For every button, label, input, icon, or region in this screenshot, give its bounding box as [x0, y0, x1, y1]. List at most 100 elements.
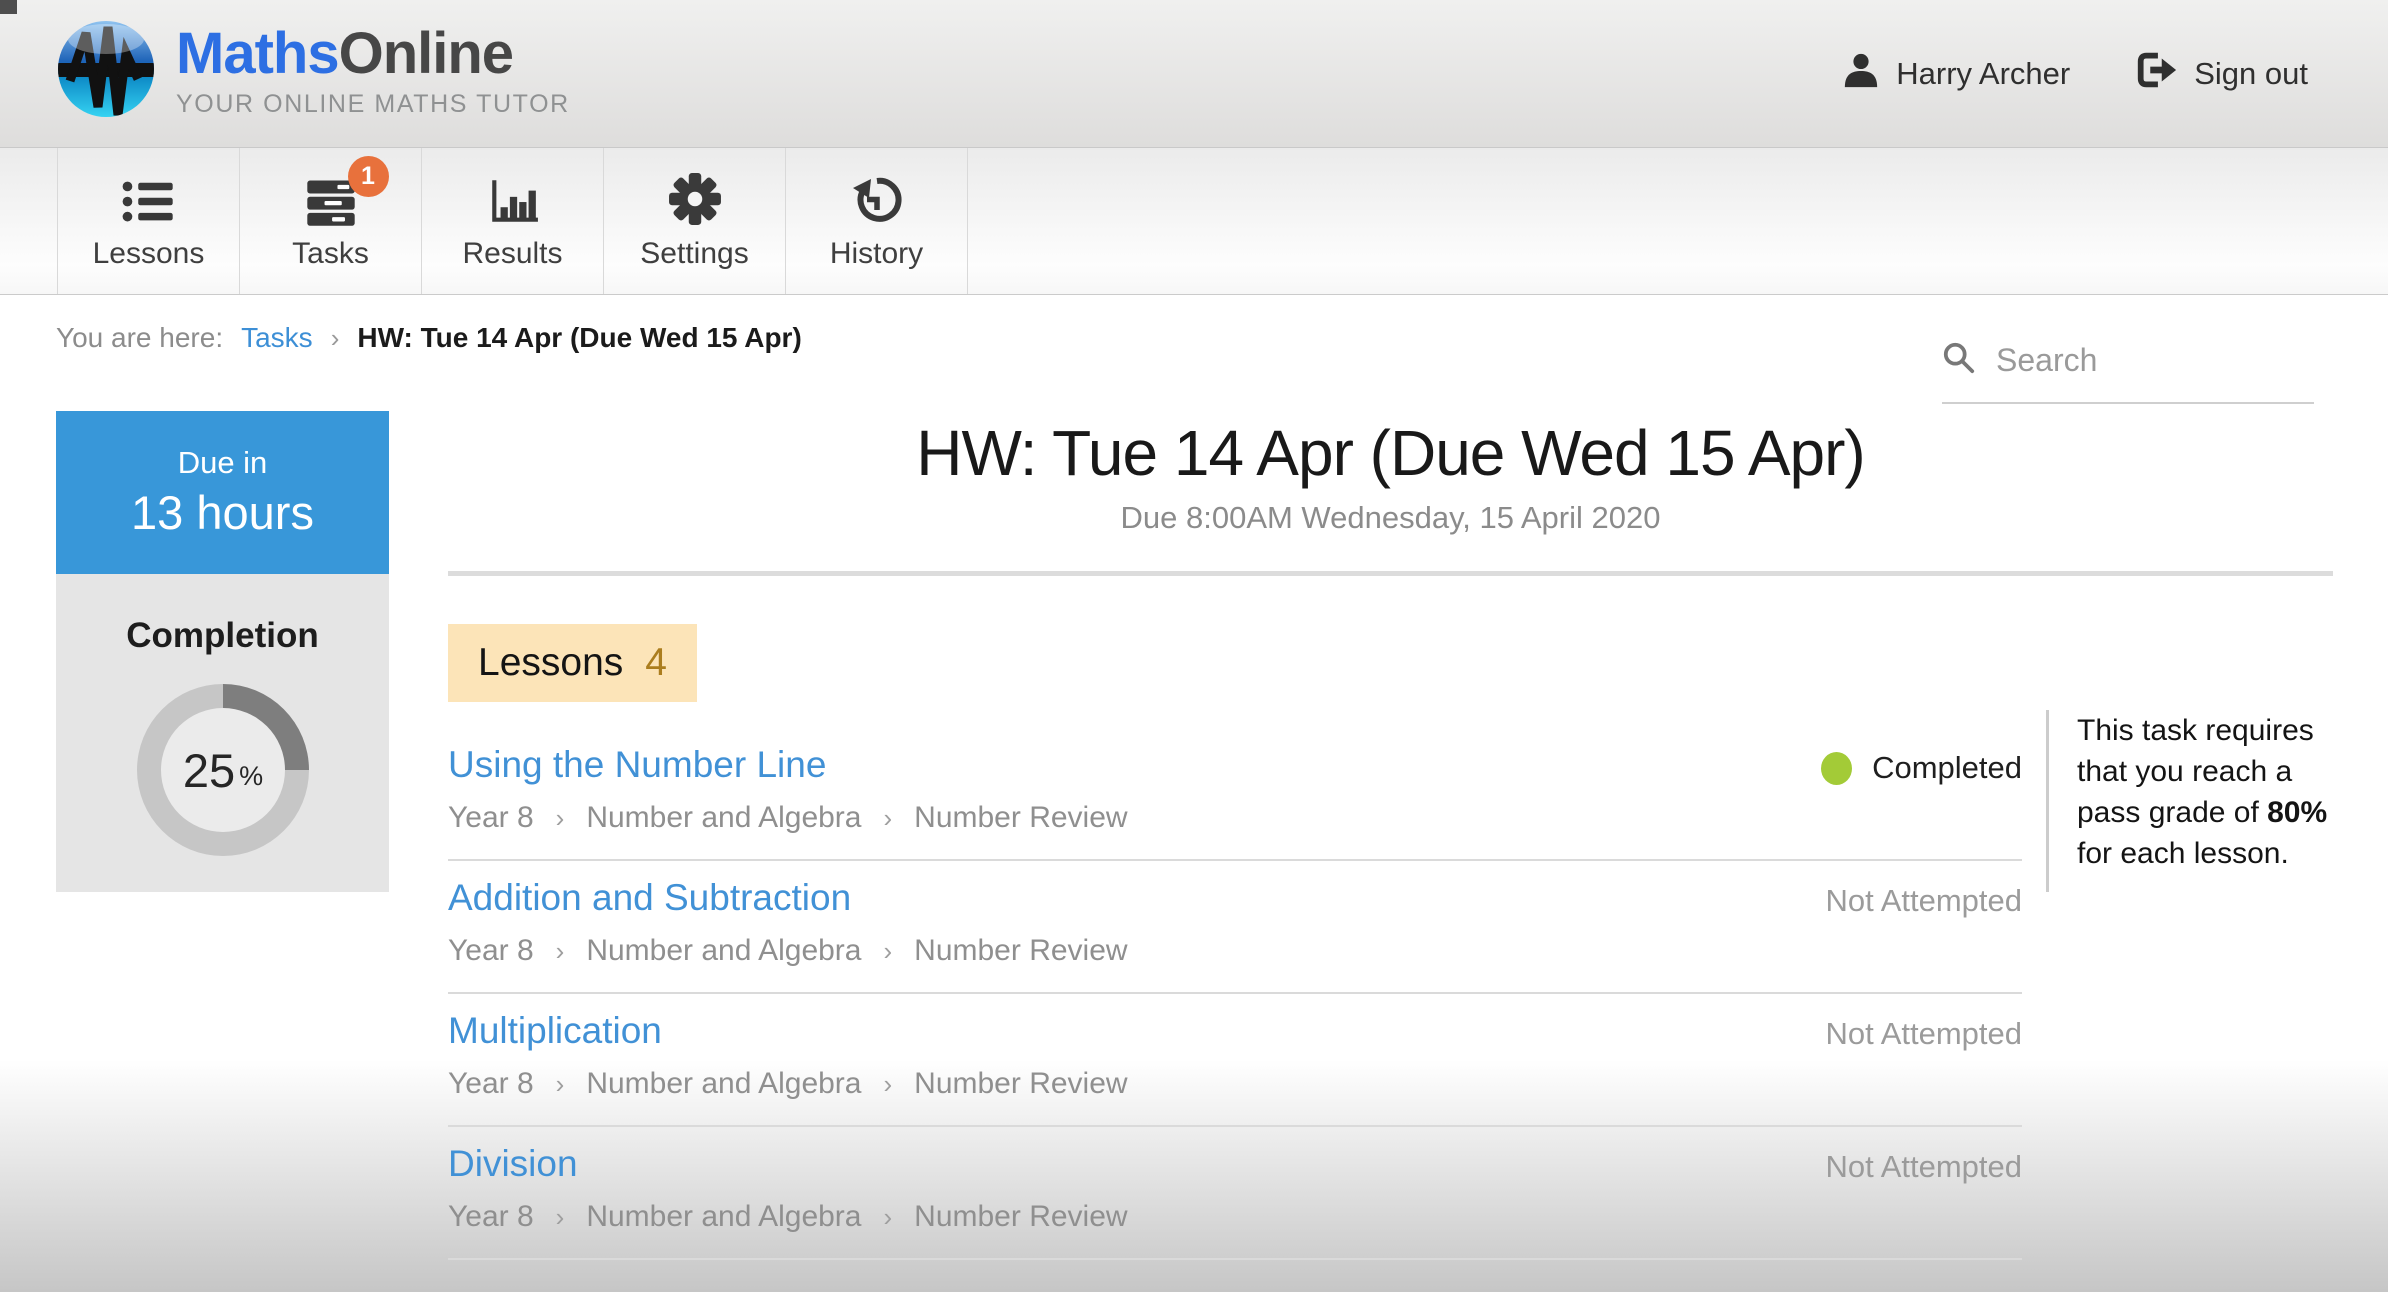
- nav-label: Settings: [640, 237, 748, 271]
- breadcrumb-current: HW: Tue 14 Apr (Due Wed 15 Apr): [357, 322, 801, 354]
- lesson-link[interactable]: Multiplication: [448, 1010, 662, 1052]
- lessons-section-badge: Lessons 4: [448, 624, 697, 702]
- lesson-link[interactable]: Addition and Subtraction: [448, 877, 851, 919]
- divider: [448, 571, 2333, 576]
- lesson-breadcrumb: Year 8 › Number and Algebra › Number Rev…: [448, 801, 2022, 835]
- search-input[interactable]: [1994, 341, 2388, 380]
- path-segment: Number and Algebra: [586, 1200, 861, 1234]
- completion-percent-symbol: %: [239, 761, 263, 792]
- path-segment: Number and Algebra: [586, 1067, 861, 1101]
- sign-out-button[interactable]: Sign out: [2134, 50, 2308, 98]
- due-value: 13 hours: [131, 485, 314, 540]
- chevron-separator: ›: [883, 936, 892, 967]
- status-label: Not Attempted: [1826, 883, 2022, 919]
- nav-label: Tasks: [292, 237, 369, 271]
- page-title: HW: Tue 14 Apr (Due Wed 15 Apr): [448, 416, 2333, 490]
- user-icon: [1842, 51, 1880, 97]
- gear-icon: [668, 172, 722, 226]
- nav-item-tasks[interactable]: 1 Tasks: [239, 148, 421, 294]
- user-menu[interactable]: Harry Archer: [1842, 51, 2070, 97]
- sign-out-icon: [2134, 50, 2178, 98]
- path-segment: Year 8: [448, 1067, 534, 1101]
- nav-item-lessons[interactable]: Lessons: [57, 148, 239, 294]
- lessons-badge-count: 4: [645, 641, 667, 685]
- header-user-area: Harry Archer Sign out: [1842, 0, 2308, 147]
- page: MathsOnline YOUR ONLINE MATHS TUTOR Harr…: [0, 0, 2388, 1292]
- brand-primary: Maths: [176, 21, 339, 86]
- status-label: Not Attempted: [1826, 1016, 2022, 1052]
- nav-label: Lessons: [93, 237, 205, 271]
- path-segment: Number and Algebra: [586, 934, 861, 968]
- path-segment: Number Review: [914, 1200, 1127, 1234]
- lessons-badge-label: Lessons: [478, 641, 623, 685]
- lesson-status: Not Attempted: [1826, 1149, 2022, 1185]
- chevron-separator: ›: [556, 936, 565, 967]
- lesson-breadcrumb: Year 8 › Number and Algebra › Number Rev…: [448, 1200, 2022, 1234]
- completion-title: Completion: [56, 616, 389, 656]
- path-segment: Year 8: [448, 934, 534, 968]
- user-name: Harry Archer: [1896, 56, 2070, 92]
- chevron-separator: ›: [331, 323, 340, 354]
- path-segment: Number Review: [914, 1067, 1127, 1101]
- path-segment: Number Review: [914, 934, 1127, 968]
- brand-secondary: Online: [339, 21, 513, 86]
- lesson-row: Multiplication Year 8 › Number and Algeb…: [448, 994, 2022, 1127]
- breadcrumb-tasks-link[interactable]: Tasks: [241, 322, 313, 354]
- search-box: [1942, 318, 2314, 404]
- chevron-separator: ›: [883, 1069, 892, 1100]
- path-segment: Number Review: [914, 801, 1127, 835]
- bar-chart-icon: [486, 172, 540, 226]
- lesson-link[interactable]: Using the Number Line: [448, 744, 826, 786]
- lesson-row: Using the Number Line Year 8 › Number an…: [448, 728, 2022, 861]
- chevron-separator: ›: [556, 803, 565, 834]
- status-label: Not Attempted: [1826, 1149, 2022, 1185]
- lesson-breadcrumb: Year 8 › Number and Algebra › Number Rev…: [448, 934, 2022, 968]
- search-icon: [1942, 341, 1976, 380]
- due-label: Due in: [178, 445, 268, 481]
- note-text: for each lesson.: [2077, 837, 2289, 870]
- lesson-status: Not Attempted: [1826, 883, 2022, 919]
- tasks-icon: 1: [303, 172, 359, 226]
- brand-text: MathsOnline YOUR ONLINE MATHS TUTOR: [176, 25, 570, 119]
- pass-grade-note: This task requires that you reach a pass…: [2046, 710, 2339, 892]
- tasks-count-badge: 1: [348, 156, 389, 197]
- lesson-breadcrumb: Year 8 › Number and Algebra › Number Rev…: [448, 1067, 2022, 1101]
- path-segment: Year 8: [448, 801, 534, 835]
- lesson-status: Not Attempted: [1826, 1016, 2022, 1052]
- path-segment: Number and Algebra: [586, 801, 861, 835]
- chevron-separator: ›: [883, 803, 892, 834]
- history-clock-icon: [850, 172, 904, 226]
- sign-out-label: Sign out: [2194, 56, 2308, 92]
- page-subtitle: Due 8:00AM Wednesday, 15 April 2020: [448, 500, 2333, 536]
- brand-name: MathsOnline: [176, 25, 570, 83]
- main-nav: Lessons: [0, 148, 2388, 295]
- brand-tagline: YOUR ONLINE MATHS TUTOR: [176, 90, 570, 119]
- list-icon: [121, 172, 177, 226]
- due-countdown-panel: Due in 13 hours: [56, 411, 389, 574]
- nav-item-results[interactable]: Results: [421, 148, 603, 294]
- nav-label: Results: [462, 237, 562, 271]
- nav-label: History: [830, 237, 923, 271]
- lesson-status: Completed: [1821, 750, 2022, 786]
- lesson-row: Division Year 8 › Number and Algebra › N…: [448, 1127, 2022, 1260]
- breadcrumb-prefix: You are here:: [56, 322, 223, 354]
- nav-item-history[interactable]: History: [785, 148, 968, 294]
- chevron-separator: ›: [883, 1202, 892, 1233]
- logo[interactable]: MathsOnline YOUR ONLINE MATHS TUTOR: [56, 18, 570, 125]
- logo-orb-icon: [56, 18, 156, 125]
- nav-cells: Lessons: [57, 148, 968, 294]
- completed-dot-icon: [1821, 752, 1852, 785]
- completion-panel: Completion 25 %: [56, 574, 389, 892]
- header: MathsOnline YOUR ONLINE MATHS TUTOR Harr…: [0, 0, 2388, 148]
- path-segment: Year 8: [448, 1200, 534, 1234]
- nav-item-settings[interactable]: Settings: [603, 148, 785, 294]
- status-label: Completed: [1872, 750, 2022, 786]
- chevron-separator: ›: [556, 1202, 565, 1233]
- completion-percent: 25: [183, 743, 235, 798]
- chevron-separator: ›: [556, 1069, 565, 1100]
- lesson-link[interactable]: Division: [448, 1143, 578, 1185]
- window-corner: [0, 0, 17, 14]
- completion-donut: 25 %: [137, 684, 309, 856]
- lesson-row: Addition and Subtraction Year 8 › Number…: [448, 861, 2022, 994]
- note-bold: 80%: [2267, 796, 2327, 829]
